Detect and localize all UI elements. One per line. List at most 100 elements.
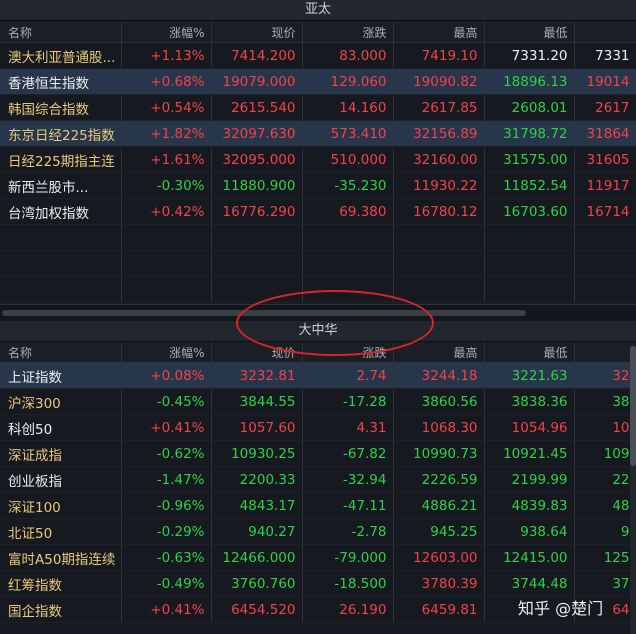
column-header-4[interactable]: 最高 xyxy=(393,342,485,363)
china-quote-table: 名称 涨幅% 现价 涨跌 最高 最低 上证指数 +0.08% 3232.81 2.74 3244.… xyxy=(0,342,636,623)
empty-cell xyxy=(0,250,122,277)
cell-pct: -0.62% xyxy=(121,440,212,467)
quote-row[interactable]: 北证50 -0.29% 940.27 -2.78 945.25 938.64 9 xyxy=(0,518,636,545)
cell-low: 31798.72 xyxy=(484,120,575,147)
empty-cell xyxy=(302,224,394,251)
cell-high: 3860.56 xyxy=(393,388,485,415)
column-header-3[interactable]: 涨跌 xyxy=(302,22,394,43)
quote-row[interactable]: 富时A50期指连续 -0.63% 12466.000 -79.000 12603.00 1… xyxy=(0,544,636,571)
cell-name: 沪深300 xyxy=(0,388,122,415)
column-header-1[interactable]: 涨幅% xyxy=(121,22,212,43)
column-header-6[interactable] xyxy=(574,22,636,43)
empty-cell xyxy=(302,250,394,277)
cell-pct: -0.63% xyxy=(121,544,212,571)
cell-low: 12415.00 xyxy=(484,544,575,571)
cell-pct: -0.30% xyxy=(121,172,212,199)
quote-row[interactable]: 深证100 -0.96% 4843.17 -47.11 4886.21 4839.83 48 xyxy=(0,492,636,519)
cell-extra: 31605 xyxy=(574,146,636,173)
cell-pct: -0.45% xyxy=(121,388,212,415)
cell-low: 3221.63 xyxy=(484,362,575,389)
column-header-0[interactable]: 名称 xyxy=(0,22,122,43)
cell-high: 32156.89 xyxy=(393,120,485,147)
cell-price: 11880.900 xyxy=(211,172,303,199)
column-header-2[interactable]: 现价 xyxy=(211,22,303,43)
cell-chg: 14.160 xyxy=(302,94,394,121)
column-header-3[interactable]: 涨跌 xyxy=(302,342,394,363)
cell-chg: -47.11 xyxy=(302,492,394,519)
empty-cell xyxy=(484,250,575,277)
quote-row[interactable]: 新西兰股市... -0.30% 11880.900 -35.230 11930.22 11… xyxy=(0,172,636,199)
cell-high: 11930.22 xyxy=(393,172,485,199)
cell-extra: 31864 xyxy=(574,120,636,147)
quote-row[interactable]: 创业板指 -1.47% 2200.33 -32.94 2226.59 2199.99 22 xyxy=(0,466,636,493)
cell-extra: 10 xyxy=(574,414,636,441)
cell-extra: 16714 xyxy=(574,198,636,225)
cell-pct: +0.41% xyxy=(121,414,212,441)
empty-cell xyxy=(393,250,485,277)
cell-price: 16776.290 xyxy=(211,198,303,225)
cell-pct: -1.47% xyxy=(121,466,212,493)
column-header-5[interactable]: 最低 xyxy=(484,22,575,43)
zhihu-watermark: 知乎 @楚门 xyxy=(518,599,604,618)
cell-low: 2199.99 xyxy=(484,466,575,493)
cell-pct: +0.42% xyxy=(121,198,212,225)
cell-chg: 2.74 xyxy=(302,362,394,389)
quote-row[interactable]: 科创50 +0.41% 1057.60 4.31 1068.30 1054.96 10 xyxy=(0,414,636,441)
column-header-1[interactable]: 涨幅% xyxy=(121,342,212,363)
quote-row[interactable]: 韩国综合指数 +0.54% 2615.540 14.160 2617.85 2608.01… xyxy=(0,94,636,121)
empty-cell xyxy=(0,276,122,303)
cell-extra: 37 xyxy=(574,570,636,597)
cell-name: 国企指数 xyxy=(0,596,122,623)
empty-cell xyxy=(484,224,575,251)
column-header-6[interactable] xyxy=(574,342,636,363)
column-header-5[interactable]: 最低 xyxy=(484,342,575,363)
empty-cell xyxy=(302,276,394,303)
cell-chg: -32.94 xyxy=(302,466,394,493)
quote-row[interactable]: 上证指数 +0.08% 3232.81 2.74 3244.18 3221.63 32 xyxy=(0,362,636,389)
cell-chg: -2.78 xyxy=(302,518,394,545)
cell-high: 3780.39 xyxy=(393,570,485,597)
empty-row xyxy=(0,276,636,303)
cell-price: 19079.000 xyxy=(211,68,303,95)
cell-high: 1068.30 xyxy=(393,414,485,441)
cell-low: 7331.20 xyxy=(484,42,575,69)
cell-chg: 4.31 xyxy=(302,414,394,441)
empty-cell xyxy=(484,276,575,303)
empty-cell xyxy=(0,224,122,251)
cell-name: 深证100 xyxy=(0,492,122,519)
quote-row[interactable]: 香港恒生指数 +0.68% 19079.000 129.060 19090.82 1889… xyxy=(0,68,636,95)
quote-row[interactable]: 日经225期指主连 +1.61% 32095.000 510.000 32160.00 3… xyxy=(0,146,636,173)
quote-row[interactable]: 深证成指 -0.62% 10930.25 -67.82 10990.73 10921.45… xyxy=(0,440,636,467)
cell-high: 6459.81 xyxy=(393,596,485,623)
cell-pct: +0.68% xyxy=(121,68,212,95)
cell-low: 10921.45 xyxy=(484,440,575,467)
vertical-scrollbar-thumb[interactable] xyxy=(630,346,636,466)
quote-row[interactable]: 沪深300 -0.45% 3844.55 -17.28 3860.56 3838.36 38 xyxy=(0,388,636,415)
cell-pct: +1.82% xyxy=(121,120,212,147)
column-header-2[interactable]: 现价 xyxy=(211,342,303,363)
cell-extra: 19014 xyxy=(574,68,636,95)
quote-row[interactable]: 东京日经225指数 +1.82% 32097.630 573.410 32156.89 3… xyxy=(0,120,636,147)
cell-low: 18896.13 xyxy=(484,68,575,95)
cell-name: 富时A50期指连续 xyxy=(0,544,122,571)
cell-low: 3744.48 xyxy=(484,570,575,597)
empty-cell xyxy=(121,276,212,303)
cell-low: 1054.96 xyxy=(484,414,575,441)
quote-row[interactable]: 澳大利亚普通股... +1.13% 7414.200 83.000 7419.10 733… xyxy=(0,42,636,69)
empty-cell xyxy=(393,276,485,303)
cell-low: 938.64 xyxy=(484,518,575,545)
horizontal-scrollbar[interactable] xyxy=(2,310,526,316)
quote-row[interactable]: 台湾加权指数 +0.42% 16776.290 69.380 16780.12 16703… xyxy=(0,198,636,225)
empty-cell xyxy=(121,224,212,251)
cell-chg: -17.28 xyxy=(302,388,394,415)
cell-extra: 48 xyxy=(574,492,636,519)
column-header-0[interactable]: 名称 xyxy=(0,342,122,363)
cell-chg: -18.500 xyxy=(302,570,394,597)
empty-cell xyxy=(121,250,212,277)
empty-row xyxy=(0,250,636,277)
cell-chg: -67.82 xyxy=(302,440,394,467)
column-header-4[interactable]: 最高 xyxy=(393,22,485,43)
cell-low: 3838.36 xyxy=(484,388,575,415)
cell-chg: 510.000 xyxy=(302,146,394,173)
quote-row[interactable]: 红筹指数 -0.49% 3760.760 -18.500 3780.39 3744.48 3… xyxy=(0,570,636,597)
